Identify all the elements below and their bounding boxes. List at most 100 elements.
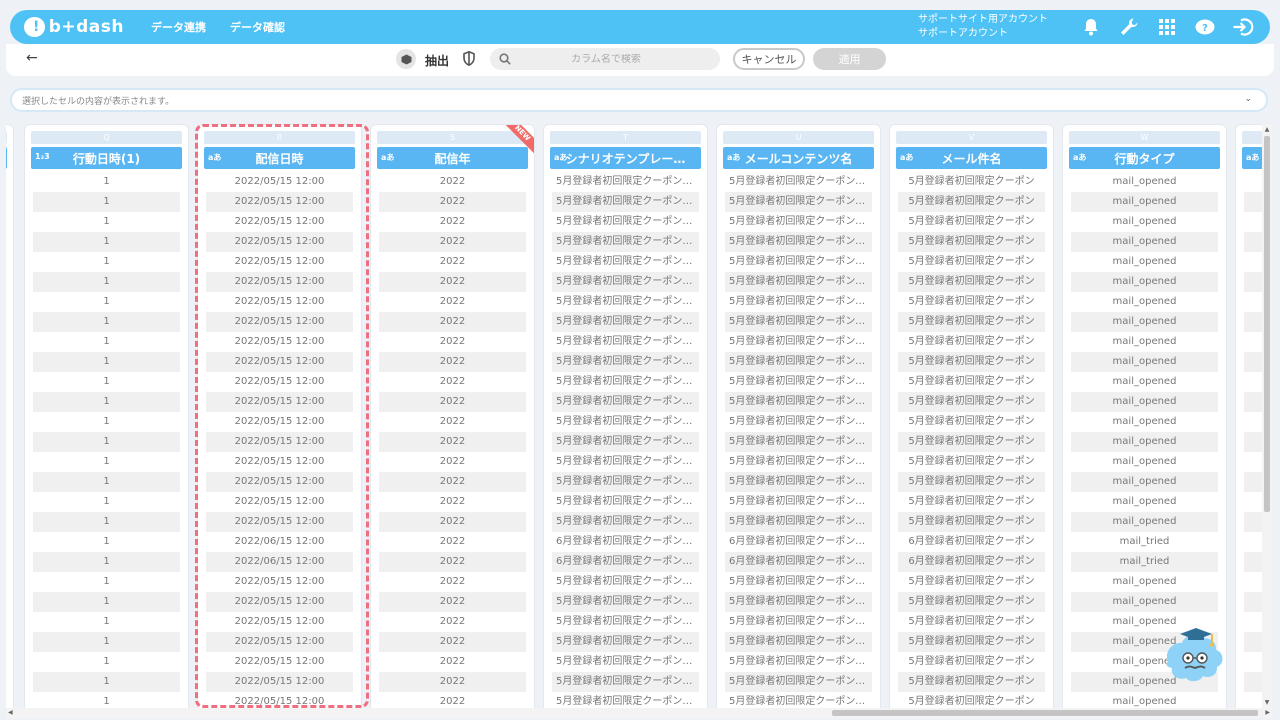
table-cell[interactable]: 5月登録者初回限定クーポンシ… bbox=[552, 192, 699, 212]
column-header[interactable] bbox=[6, 147, 7, 169]
table-cell[interactable]: mail_opened bbox=[1071, 272, 1218, 292]
table-cell[interactable]: 5月登録者初回限定クーポンメ… bbox=[725, 352, 872, 372]
table-cell[interactable]: mail_opened bbox=[1071, 172, 1218, 192]
table-cell[interactable]: 5月登録者初回限定クーポンシ… bbox=[552, 372, 699, 392]
table-cell[interactable]: 2022/05/15 12:00 bbox=[206, 372, 353, 392]
table-cell[interactable]: 6月登録者初回限定クーポン bbox=[898, 552, 1045, 572]
table-cell[interactable]: 1 bbox=[33, 232, 180, 252]
table-cell[interactable]: 2022 bbox=[379, 692, 526, 708]
table-cell[interactable]: mail_opened bbox=[1071, 492, 1218, 512]
table-cell[interactable]: 1 bbox=[33, 692, 180, 708]
table-cell[interactable] bbox=[1244, 392, 1262, 412]
table-cell[interactable]: 1 bbox=[33, 632, 180, 652]
table-cell[interactable]: 5月登録者初回限定クーポン bbox=[898, 412, 1045, 432]
table-cell[interactable]: 2022/05/15 12:00 bbox=[206, 272, 353, 292]
table-cell[interactable]: 2022 bbox=[379, 212, 526, 232]
table-cell[interactable]: 2022 bbox=[379, 172, 526, 192]
table-cell[interactable]: 5月登録者初回限定クーポンメ… bbox=[725, 472, 872, 492]
table-cell[interactable]: mail_opened bbox=[1071, 352, 1218, 372]
table-cell[interactable]: 5月登録者初回限定クーポンシ… bbox=[552, 652, 699, 672]
table-cell[interactable]: mail_opened bbox=[1071, 192, 1218, 212]
table-cell[interactable]: mail_opened bbox=[1071, 232, 1218, 252]
table-cell[interactable] bbox=[1244, 372, 1262, 392]
table-cell[interactable]: 2022/05/15 12:00 bbox=[206, 232, 353, 252]
table-cell[interactable] bbox=[1244, 212, 1262, 232]
table-cell[interactable]: 6月登録者初回限定クーポンメ… bbox=[725, 532, 872, 552]
table-cell[interactable]: 5月登録者初回限定クーポン bbox=[898, 472, 1045, 492]
table-cell[interactable]: 5月登録者初回限定クーポン bbox=[898, 692, 1045, 708]
table-cell[interactable] bbox=[1244, 492, 1262, 512]
table-cell[interactable]: 2022 bbox=[379, 232, 526, 252]
table-cell[interactable]: 1 bbox=[33, 292, 180, 312]
table-cell[interactable]: 5月登録者初回限定クーポンシ… bbox=[552, 592, 699, 612]
table-cell[interactable]: mail_opened bbox=[1071, 392, 1218, 412]
table-cell[interactable]: 2022/05/15 12:00 bbox=[206, 412, 353, 432]
table-cell[interactable]: 5月登録者初回限定クーポン bbox=[898, 512, 1045, 532]
table-cell[interactable]: 1 bbox=[33, 492, 180, 512]
table-cell[interactable]: 2022 bbox=[379, 332, 526, 352]
table-cell[interactable]: mail_opened bbox=[1071, 512, 1218, 532]
table-cell[interactable]: 5月登録者初回限定クーポンシ… bbox=[552, 512, 699, 532]
table-cell[interactable]: 2022/05/15 12:00 bbox=[206, 692, 353, 708]
column-search[interactable] bbox=[490, 48, 720, 70]
table-cell[interactable]: 1 bbox=[33, 452, 180, 472]
table-cell[interactable]: 1 bbox=[33, 432, 180, 452]
table-cell[interactable]: 5月登録者初回限定クーポンシ… bbox=[552, 432, 699, 452]
table-cell[interactable]: 1 bbox=[33, 552, 180, 572]
vertical-scroll-thumb[interactable] bbox=[1264, 136, 1270, 512]
table-cell[interactable]: 5月登録者初回限定クーポンメ… bbox=[725, 252, 872, 272]
column-header[interactable]: aあ bbox=[1242, 147, 1262, 169]
table-cell[interactable]: 5月登録者初回限定クーポンシ… bbox=[552, 212, 699, 232]
table-cell[interactable]: 2022/06/15 12:00 bbox=[206, 552, 353, 572]
table-cell[interactable]: 2022 bbox=[379, 612, 526, 632]
horizontal-scroll-thumb[interactable] bbox=[832, 710, 1258, 716]
table-cell[interactable] bbox=[1244, 692, 1262, 708]
table-cell[interactable]: 5月登録者初回限定クーポン bbox=[898, 592, 1045, 612]
table-cell[interactable]: 2022 bbox=[379, 452, 526, 472]
table-cell[interactable]: 5月登録者初回限定クーポンシ… bbox=[552, 612, 699, 632]
table-cell[interactable]: 2022/05/15 12:00 bbox=[206, 632, 353, 652]
table-cell[interactable]: 5月登録者初回限定クーポンシ… bbox=[552, 352, 699, 372]
table-cell[interactable]: 1 bbox=[33, 372, 180, 392]
table-cell[interactable]: 1 bbox=[33, 272, 180, 292]
table-cell[interactable] bbox=[1244, 172, 1262, 192]
table-cell[interactable]: 5月登録者初回限定クーポンメ… bbox=[725, 412, 872, 432]
table-cell[interactable]: 5月登録者初回限定クーポンシ… bbox=[552, 392, 699, 412]
column-header[interactable]: aあ 行動タイプ bbox=[1069, 147, 1220, 169]
table-cell[interactable]: 5月登録者初回限定クーポン bbox=[898, 192, 1045, 212]
help-chat-icon[interactable]: ? bbox=[1186, 10, 1224, 44]
table-cell[interactable] bbox=[1244, 352, 1262, 372]
table-cell[interactable]: 5月登録者初回限定クーポン bbox=[898, 232, 1045, 252]
table-cell[interactable]: 2022 bbox=[379, 272, 526, 292]
table-cell[interactable]: 2022/05/15 12:00 bbox=[206, 192, 353, 212]
table-cell[interactable]: 2022/05/15 12:00 bbox=[206, 652, 353, 672]
column-header[interactable]: 1₂3 行動日時(1) bbox=[31, 147, 182, 169]
table-cell[interactable]: 1 bbox=[33, 192, 180, 212]
horizontal-scrollbar[interactable]: ◀ ▶ bbox=[6, 708, 1272, 718]
table-cell[interactable]: 6月登録者初回限定クーポンメ… bbox=[725, 552, 872, 572]
table-cell[interactable]: 2022 bbox=[379, 592, 526, 612]
table-cell[interactable]: 5月登録者初回限定クーポンメ… bbox=[725, 312, 872, 332]
table-cell[interactable] bbox=[1244, 672, 1262, 692]
table-cell[interactable]: 5月登録者初回限定クーポンシ… bbox=[552, 672, 699, 692]
table-cell[interactable]: 2022 bbox=[379, 492, 526, 512]
table-cell[interactable]: 2022 bbox=[379, 392, 526, 412]
account-info[interactable]: サポートサイト用アカウント サポートアカウント bbox=[918, 13, 1048, 41]
table-cell[interactable]: 5月登録者初回限定クーポン bbox=[898, 332, 1045, 352]
table-cell[interactable]: 5月登録者初回限定クーポンシ… bbox=[552, 252, 699, 272]
table-cell[interactable]: 1 bbox=[33, 612, 180, 632]
table-cell[interactable]: 5月登録者初回限定クーポンメ… bbox=[725, 692, 872, 708]
table-cell[interactable]: mail_opened bbox=[1071, 472, 1218, 492]
table-cell[interactable]: 5月登録者初回限定クーポンシ… bbox=[552, 292, 699, 312]
vertical-scrollbar[interactable]: ▲ ▼ bbox=[1262, 124, 1272, 708]
extract-label[interactable]: 抽出 bbox=[425, 52, 449, 69]
table-cell[interactable] bbox=[1244, 652, 1262, 672]
table-cell[interactable]: 2022/05/15 12:00 bbox=[206, 472, 353, 492]
table-cell[interactable]: 5月登録者初回限定クーポンメ… bbox=[725, 432, 872, 452]
table-cell[interactable] bbox=[1244, 192, 1262, 212]
table-cell[interactable] bbox=[1244, 292, 1262, 312]
grid-icon[interactable] bbox=[1148, 10, 1186, 44]
scroll-right-icon[interactable]: ▶ bbox=[1265, 708, 1270, 718]
shield-icon[interactable] bbox=[463, 50, 475, 70]
table-cell[interactable]: 5月登録者初回限定クーポンメ… bbox=[725, 192, 872, 212]
